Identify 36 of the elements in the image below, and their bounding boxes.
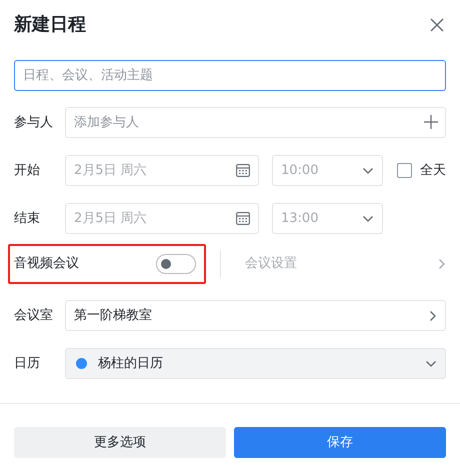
video-meeting-label: 音视频会议 [14,255,79,274]
date-field[interactable]: 2月5日 周六 [65,203,259,234]
time-value: 10:00 [281,162,320,180]
all-day-label: 全天 [420,162,446,180]
chevron-right-icon [429,310,437,322]
field-label: 会议室 [14,306,54,325]
time-dropdown[interactable]: 10:00 [272,155,383,186]
calendar-icon [236,212,250,225]
save-button[interactable]: 保存 [234,427,446,458]
time-dropdown[interactable]: 13:00 [272,203,383,234]
close-icon [430,18,444,32]
date-value: 2月5日 周六 [74,162,148,180]
field-label: 日历 [14,354,41,373]
subject-field[interactable]: 日程、会议、活动主题 [14,60,446,91]
field-label: 开始 [14,162,41,180]
chevron-down-icon [362,166,374,174]
close-button[interactable] [428,16,446,34]
more-options-button[interactable]: 更多选项 [14,427,226,458]
all-day-checkbox[interactable] [397,163,412,178]
calendar-icon [236,164,250,177]
time-value: 13:00 [281,210,320,228]
field-label: 参与人 [14,114,54,132]
dialog-title: 新建日程 [14,13,86,37]
date-field[interactable]: 2月5日 周六 [65,155,259,186]
chevron-down-icon [362,214,374,222]
plus-icon [424,115,438,129]
chevron-down-icon [425,360,437,368]
participants-field[interactable]: 添加参与人 [65,107,446,138]
calendar-value: 杨柱的日历 [98,354,164,373]
room-selector[interactable]: 第一阶梯教室 [65,300,446,331]
chevron-right-icon [438,258,446,270]
video-meeting-toggle[interactable] [156,254,196,274]
calendar-dropdown[interactable]: 杨柱的日历 [65,348,446,379]
field-label: 结束 [14,210,41,228]
date-value: 2月5日 周六 [74,210,148,228]
room-value: 第一阶梯教室 [74,306,152,325]
